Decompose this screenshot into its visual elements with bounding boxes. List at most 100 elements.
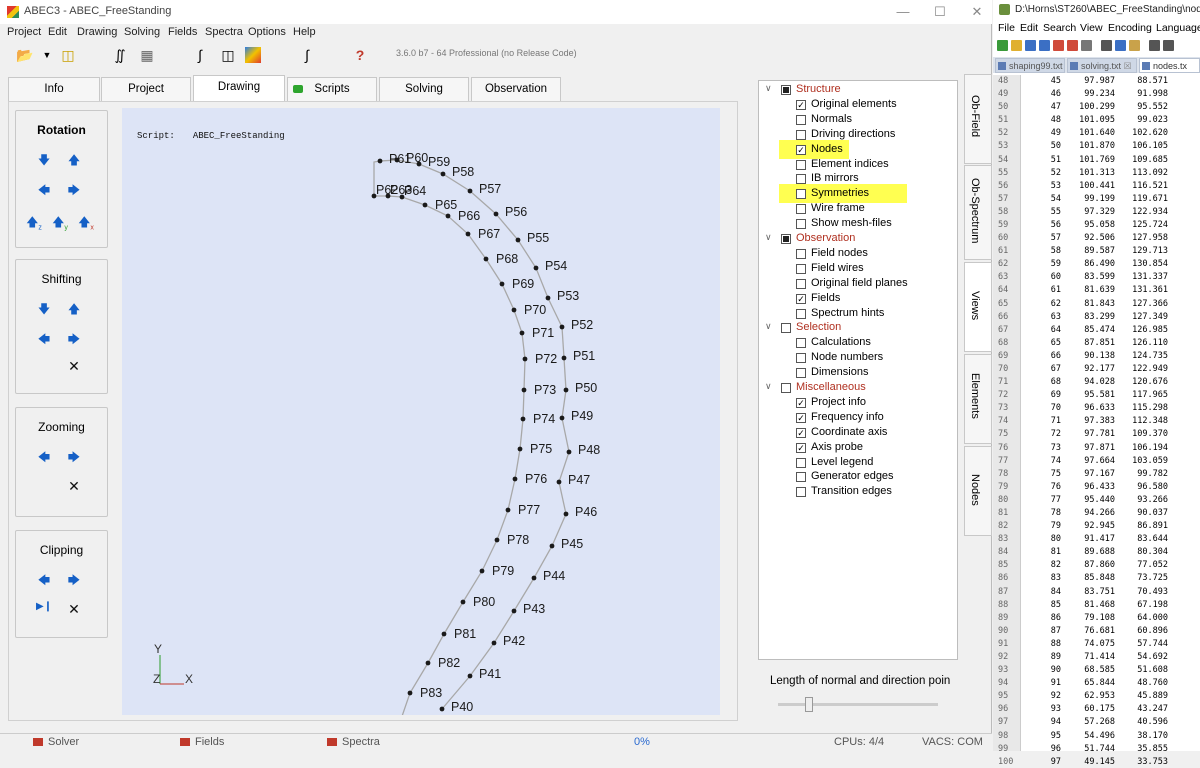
tab-solving[interactable]: Solving <box>379 77 469 101</box>
menu-options[interactable]: Options <box>248 26 286 38</box>
menu-drawing[interactable]: Drawing <box>77 26 117 38</box>
np-menu-encoding[interactable]: Encoding <box>1108 22 1152 34</box>
expand-toggle-icon[interactable]: ∨ <box>765 83 772 94</box>
np-tab-solving-close-icon[interactable]: ☒ <box>1124 61 1132 71</box>
np-tab-shaping[interactable]: shaping99.txt ☒ <box>995 58 1065 85</box>
rotate-up-icon[interactable]: 🡅 <box>66 151 82 172</box>
expand-toggle-icon[interactable]: ∨ <box>765 321 772 332</box>
np-save-icon[interactable] <box>1025 40 1036 51</box>
item-checkbox[interactable] <box>796 114 806 125</box>
item-checkbox[interactable] <box>796 174 806 185</box>
rotate-left-icon[interactable]: 🡄 <box>36 181 52 202</box>
np-print-icon[interactable] <box>1081 40 1092 51</box>
tab-scripts[interactable]: Scripts <box>287 77 377 101</box>
item-checkbox[interactable] <box>796 368 806 379</box>
tab-views[interactable]: Views <box>964 262 992 352</box>
group-checkbox[interactable] <box>781 85 791 95</box>
np-copy-icon[interactable] <box>1115 40 1126 51</box>
drawing-canvas[interactable]: P40 P41 P42 P43 P44 P45 P46 P47 P48 P49 P50 P51 P52 P… <box>122 108 720 729</box>
solve-icon[interactable]: ∬ <box>110 45 130 65</box>
item-checkbox[interactable] <box>796 338 806 349</box>
item-checkbox[interactable] <box>796 308 806 319</box>
item-checkbox[interactable] <box>796 129 806 140</box>
shift-up-icon[interactable]: 🡅 <box>66 300 82 321</box>
save-icon[interactable]: ◫ <box>58 45 78 65</box>
group-checkbox[interactable] <box>781 383 791 393</box>
np-new-icon[interactable] <box>997 40 1008 51</box>
clip-reset-icon[interactable]: ✕ <box>66 601 82 618</box>
clip-left-icon[interactable]: 🡄 <box>36 571 52 592</box>
shift-reset-icon[interactable]: ✕ <box>66 358 82 375</box>
group-checkbox[interactable] <box>781 323 791 334</box>
shift-left-icon[interactable]: 🡄 <box>36 330 52 351</box>
rotate-y-icon[interactable]: 🡅y <box>52 213 68 234</box>
maximize-icon[interactable]: ☐ <box>930 4 950 20</box>
minimize-icon[interactable]: — <box>893 4 913 19</box>
zoom-out-icon[interactable]: 🡄 <box>36 448 52 469</box>
item-checkbox[interactable] <box>796 248 806 259</box>
item-checkbox[interactable] <box>796 263 806 274</box>
item-checkbox[interactable]: ✓ <box>796 427 806 438</box>
menu-help[interactable]: Help <box>293 26 316 38</box>
menu-fields[interactable]: Fields <box>168 26 197 38</box>
item-checkbox[interactable] <box>796 457 806 468</box>
np-menu-search[interactable]: Search <box>1043 22 1076 34</box>
rotate-x-icon[interactable]: 🡅x <box>78 213 94 234</box>
tab-ob-spectrum[interactable]: Ob-Spectrum <box>964 165 992 260</box>
item-checkbox[interactable]: ✓ <box>796 99 806 110</box>
np-undo-icon[interactable] <box>1149 40 1160 51</box>
tab-project[interactable]: Project <box>101 77 191 101</box>
zoom-reset-icon[interactable]: ✕ <box>66 478 82 495</box>
dropdown-arrow-icon[interactable]: ▼ <box>37 45 57 65</box>
clip-right-icon[interactable]: 🡆 <box>66 571 82 592</box>
tab-info[interactable]: Info <box>8 77 100 101</box>
shift-right-icon[interactable]: 🡆 <box>66 330 82 351</box>
tab-elements[interactable]: Elements <box>964 354 992 444</box>
np-redo-icon[interactable] <box>1163 40 1174 51</box>
mesh-icon[interactable]: ▦ <box>137 45 157 65</box>
np-close-all-icon[interactable] <box>1067 40 1078 51</box>
zoom-in-icon[interactable]: 🡆 <box>66 448 82 469</box>
menu-edit[interactable]: Edit <box>48 26 67 38</box>
help-icon[interactable]: ? <box>350 45 370 65</box>
open-folder-icon[interactable]: 📂 <box>15 45 35 65</box>
expand-toggle-icon[interactable]: ∨ <box>765 381 772 392</box>
menu-solving[interactable]: Solving <box>124 26 160 38</box>
np-menu-file[interactable]: File <box>998 22 1015 34</box>
tab-ob-field[interactable]: Ob-Field <box>964 74 992 164</box>
tab-nodes[interactable]: Nodes <box>964 446 992 536</box>
np-save-all-icon[interactable] <box>1039 40 1050 51</box>
item-checkbox[interactable] <box>796 189 806 200</box>
np-cut-icon[interactable] <box>1101 40 1112 51</box>
np-open-icon[interactable] <box>1011 40 1022 51</box>
item-checkbox[interactable] <box>796 278 806 289</box>
np-close-icon[interactable] <box>1053 40 1064 51</box>
item-checkbox[interactable] <box>796 472 806 483</box>
item-checkbox[interactable]: ✓ <box>796 412 806 423</box>
item-checkbox[interactable]: ✓ <box>796 293 806 304</box>
grid-icon[interactable]: ◫ <box>218 45 238 65</box>
item-checkbox[interactable] <box>796 159 806 170</box>
length-slider-thumb[interactable] <box>805 697 813 712</box>
item-checkbox[interactable]: ✓ <box>796 397 806 408</box>
fields-icon[interactable]: ∫ <box>190 45 210 65</box>
spectrum-icon[interactable] <box>245 47 261 63</box>
length-slider-track[interactable] <box>778 703 938 706</box>
expand-toggle-icon[interactable]: ∨ <box>765 232 772 243</box>
np-paste-icon[interactable] <box>1129 40 1140 51</box>
rotate-down-icon[interactable]: 🡇 <box>36 151 52 172</box>
item-checkbox[interactable] <box>796 219 806 230</box>
close-icon[interactable]: ✕ <box>967 4 987 20</box>
menu-project[interactable]: Project <box>7 26 41 38</box>
tab-observation[interactable]: Observation <box>471 77 561 101</box>
rotate-z-icon[interactable]: 🡅z <box>26 213 42 234</box>
menu-spectra[interactable]: Spectra <box>205 26 243 38</box>
item-checkbox[interactable]: ✓ <box>796 144 806 155</box>
spectra-calc-icon[interactable]: ∫ <box>297 45 317 65</box>
item-checkbox[interactable] <box>796 204 806 215</box>
clip-step-icon[interactable]: ▶❙ <box>36 601 52 612</box>
item-checkbox[interactable]: ✓ <box>796 442 806 453</box>
np-menu-edit[interactable]: Edit <box>1020 22 1038 34</box>
tab-drawing[interactable]: Drawing <box>193 75 285 102</box>
np-menu-view[interactable]: View <box>1080 22 1103 34</box>
